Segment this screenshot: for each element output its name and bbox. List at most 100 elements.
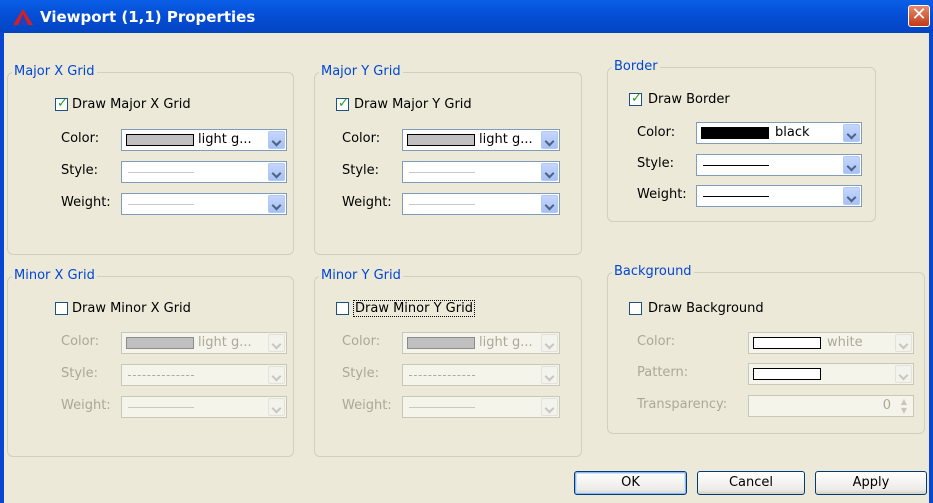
triangle-app-icon — [13, 9, 33, 25]
background-color-select[interactable]: white — [748, 332, 914, 354]
border-style-select[interactable] — [696, 154, 862, 176]
major-x-color-value: light g... — [198, 132, 252, 147]
line-weight-preview — [128, 204, 194, 205]
chevron-down-icon[interactable] — [268, 163, 285, 181]
chevron-down-icon[interactable] — [541, 366, 558, 384]
minor-x-grid-group: Minor X Grid Draw Minor X Grid Color: li… — [7, 268, 294, 457]
transparency-label: Transparency: — [637, 397, 728, 412]
window-frame-right — [929, 33, 933, 503]
ok-button[interactable]: OK — [574, 471, 687, 495]
checkmark-icon: ✓ — [338, 96, 349, 111]
line-weight-preview — [703, 196, 769, 197]
major-y-color-select[interactable]: light g... — [402, 129, 560, 151]
line-weight-preview — [409, 407, 475, 408]
chevron-down-icon[interactable] — [895, 334, 912, 352]
minor-y-style-select[interactable] — [402, 364, 560, 386]
draw-major-y-grid-label[interactable]: Draw Major Y Grid — [354, 97, 472, 112]
line-style-preview — [409, 375, 475, 376]
chevron-down-icon[interactable] — [541, 398, 558, 416]
draw-background-label[interactable]: Draw Background — [648, 301, 764, 316]
title-bar[interactable]: Viewport (1,1) Properties ✕ — [0, 0, 933, 33]
chevron-down-icon[interactable] — [268, 334, 285, 352]
border-color-label: Color: — [637, 125, 676, 140]
draw-background-checkbox[interactable] — [629, 302, 642, 315]
minor-x-color-select[interactable]: light g... — [121, 332, 287, 354]
minor-x-color-value: light g... — [198, 335, 252, 350]
chevron-down-icon[interactable] — [843, 124, 860, 142]
line-style-preview — [128, 375, 194, 376]
close-button[interactable]: ✕ — [908, 4, 930, 27]
major-x-grid-legend: Major X Grid — [12, 64, 97, 79]
transparency-spinner[interactable]: 0 ▲ ▼ — [748, 395, 914, 417]
chevron-down-icon[interactable] — [843, 156, 860, 174]
major-y-color-label: Color: — [342, 131, 381, 146]
border-weight-label: Weight: — [637, 187, 687, 202]
draw-major-x-grid-label[interactable]: Draw Major X Grid — [72, 97, 191, 112]
pattern-swatch — [753, 368, 821, 380]
draw-minor-x-grid-checkbox[interactable] — [55, 302, 68, 315]
minor-x-style-select[interactable] — [121, 364, 287, 386]
cancel-button[interactable]: Cancel — [697, 471, 805, 495]
chevron-down-icon[interactable] — [541, 334, 558, 352]
border-style-label: Style: — [637, 156, 675, 171]
background-pattern-label: Pattern: — [637, 365, 689, 380]
background-group: Background Draw Background Color: white … — [607, 264, 925, 434]
color-swatch — [407, 134, 475, 146]
minor-y-color-label: Color: — [342, 334, 381, 349]
minor-y-style-label: Style: — [342, 366, 380, 381]
major-x-color-select[interactable]: light g... — [121, 129, 287, 151]
line-style-preview — [703, 165, 769, 166]
background-color-value: white — [827, 335, 863, 350]
chevron-down-icon[interactable] — [268, 398, 285, 416]
chevron-down-icon[interactable] — [541, 195, 558, 213]
window-title: Viewport (1,1) Properties — [40, 8, 256, 26]
minor-x-style-label: Style: — [61, 366, 99, 381]
chevron-down-icon[interactable] — [268, 131, 285, 149]
border-weight-select[interactable] — [696, 185, 862, 207]
spin-up-icon[interactable]: ▲ — [897, 397, 911, 406]
major-x-style-select[interactable] — [121, 161, 287, 183]
chevron-down-icon[interactable] — [843, 187, 860, 205]
transparency-value: 0 — [882, 398, 891, 413]
draw-border-checkbox[interactable]: ✓ — [629, 91, 642, 106]
draw-minor-x-grid-label[interactable]: Draw Minor X Grid — [72, 301, 191, 316]
apply-button[interactable]: Apply — [815, 471, 927, 495]
draw-border-label[interactable]: Draw Border — [648, 92, 730, 107]
minor-y-color-select[interactable]: light g... — [402, 332, 560, 354]
border-color-select[interactable]: black — [696, 122, 862, 144]
major-y-weight-label: Weight: — [342, 195, 392, 210]
major-x-grid-group: Major X Grid ✓ Draw Major X Grid Color: … — [7, 64, 294, 255]
chevron-down-icon[interactable] — [541, 131, 558, 149]
minor-y-weight-select[interactable] — [402, 396, 560, 418]
chevron-down-icon[interactable] — [541, 163, 558, 181]
minor-y-color-value: light g... — [479, 335, 533, 350]
major-y-weight-select[interactable] — [402, 193, 560, 215]
line-style-preview — [409, 172, 475, 173]
chevron-down-icon[interactable] — [268, 195, 285, 213]
draw-minor-y-grid-label[interactable]: Draw Minor Y Grid — [353, 300, 475, 317]
major-y-style-select[interactable] — [402, 161, 560, 183]
major-y-grid-group: Major Y Grid ✓ Draw Major Y Grid Color: … — [314, 64, 582, 255]
draw-minor-y-grid-checkbox[interactable] — [336, 302, 349, 315]
border-color-value: black — [775, 125, 810, 140]
spin-down-icon[interactable]: ▼ — [897, 406, 911, 415]
minor-y-grid-group: Minor Y Grid Draw Minor Y Grid Color: li… — [314, 268, 582, 457]
background-legend: Background — [612, 264, 694, 279]
background-color-label: Color: — [637, 334, 676, 349]
checkmark-icon: ✓ — [631, 91, 642, 106]
chevron-down-icon[interactable] — [268, 366, 285, 384]
major-x-weight-select[interactable] — [121, 193, 287, 215]
color-swatch — [126, 337, 194, 349]
draw-major-y-grid-checkbox[interactable]: ✓ — [336, 96, 349, 111]
chevron-down-icon[interactable] — [895, 365, 912, 383]
minor-x-weight-select[interactable] — [121, 396, 287, 418]
checkmark-icon: ✓ — [57, 96, 68, 111]
major-y-color-value: light g... — [479, 132, 533, 147]
draw-major-x-grid-checkbox[interactable]: ✓ — [55, 96, 68, 111]
line-weight-preview — [128, 407, 194, 408]
minor-x-weight-label: Weight: — [61, 398, 111, 413]
major-y-grid-legend: Major Y Grid — [319, 64, 403, 79]
color-swatch — [407, 337, 475, 349]
background-pattern-select[interactable] — [748, 363, 914, 385]
minor-x-grid-legend: Minor X Grid — [12, 268, 97, 283]
